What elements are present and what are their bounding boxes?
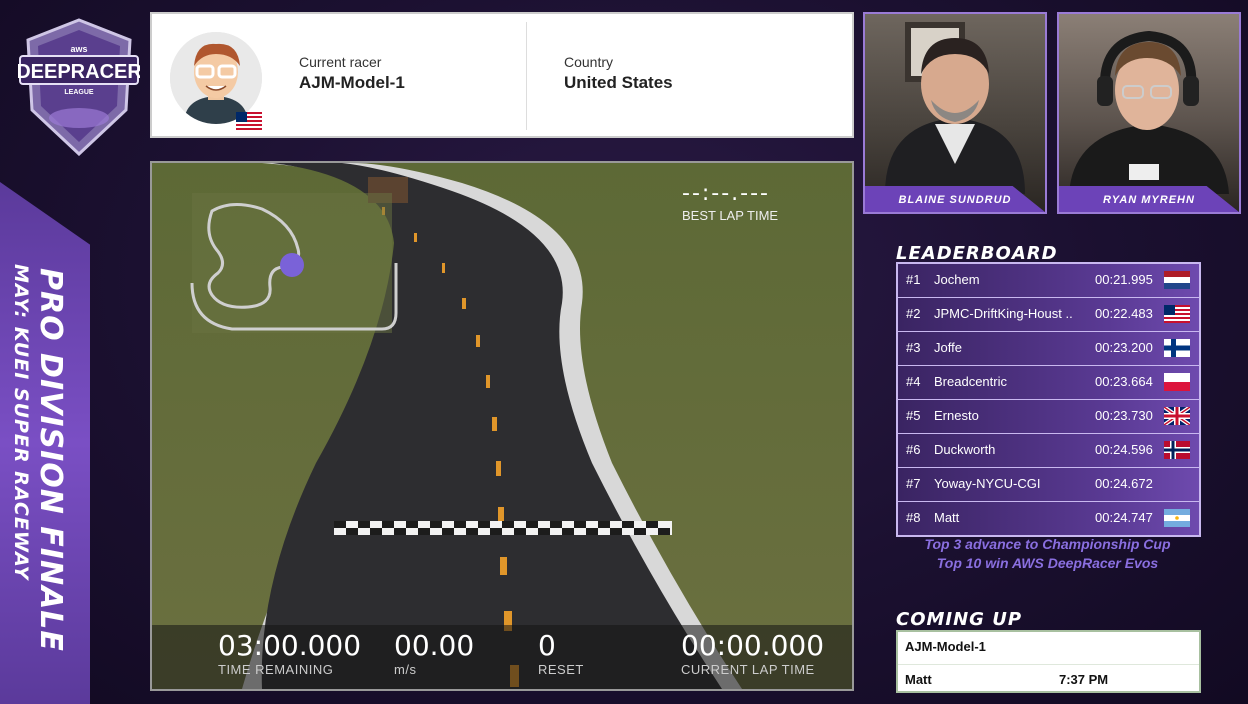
leaderboard-row: #5 Ernesto 00:23.730 <box>898 400 1199 434</box>
racer-name: Jochem <box>934 272 980 287</box>
leaderboard-row: #6 Duckworth 00:24.596 <box>898 434 1199 468</box>
leaderboard-row: #7 Yoway-NYCU-CGI 00:24.672 <box>898 468 1199 502</box>
host-webcam-2: RYAN MYREHN <box>1057 12 1241 214</box>
track-scene <box>152 163 852 689</box>
finland-flag-icon <box>1164 339 1190 357</box>
norway-flag-icon <box>1164 441 1190 459</box>
best-lap-display: --:--.--- BEST LAP TIME <box>682 181 778 223</box>
coming-up-title: COMING UP <box>896 609 1023 630</box>
argentina-flag-icon <box>1164 509 1190 527</box>
event-subtitle: MAY: KUEI SUPER RACEWAY <box>10 264 32 581</box>
lap-time: 00:21.995 <box>1095 272 1153 287</box>
country-label: Country <box>564 54 614 70</box>
racer-name: Yoway-NYCU-CGI <box>934 476 1041 491</box>
current-lap: 00:00.000 CURRENT LAP TIME <box>681 629 824 677</box>
card-divider <box>526 22 527 130</box>
us-flag-icon <box>1164 305 1190 323</box>
coming-up-racer-1: AJM-Model-1 <box>905 639 986 654</box>
promo-line-1: Top 3 advance to Championship Cup <box>924 536 1171 552</box>
lap-time: 00:22.483 <box>1095 306 1153 321</box>
race-simulation-view: --:--.--- BEST LAP TIME 03:00.000 TIME R… <box>150 161 854 691</box>
racer-name: Ernesto <box>934 408 979 423</box>
current-lap-value: 00:00.000 <box>681 629 825 662</box>
current-racer-name: AJM-Model-1 <box>299 73 405 92</box>
speed-value: 00.00 <box>394 629 475 662</box>
netherlands-flag-icon <box>1164 271 1190 289</box>
lap-time: 00:23.200 <box>1095 340 1153 355</box>
rank: #3 <box>906 340 921 355</box>
leaderboard-row: #1 Jochem 00:21.995 <box>898 264 1199 298</box>
lap-time: 00:23.730 <box>1095 408 1153 423</box>
promo-line-2: Top 10 win AWS DeepRacer Evos <box>936 555 1159 571</box>
rank: #2 <box>906 306 921 321</box>
svg-text:aws: aws <box>70 44 87 54</box>
us-flag-icon <box>236 112 262 130</box>
leaderboard-row: #8 Matt 00:24.747 <box>898 502 1199 535</box>
rank: #8 <box>906 510 921 525</box>
uk-flag-icon <box>1164 407 1190 425</box>
rank: #6 <box>906 442 921 457</box>
current-racer-card: Current racer AJM-Model-1 Country United… <box>150 12 854 138</box>
racer-name: Joffe <box>934 340 962 355</box>
coming-up-divider <box>898 664 1199 665</box>
host-webcam-1: BLAINE SUNDRUD <box>863 12 1047 214</box>
leaderboard: #1 Jochem 00:21.995 #2 JPMC-DriftKing-Ho… <box>896 262 1201 537</box>
speed-label: m/s <box>394 662 417 677</box>
track-minimap <box>190 193 398 333</box>
coming-up-time-2: 7:37 PM <box>1059 672 1109 687</box>
speed: 00.00 m/s <box>394 629 474 677</box>
svg-text:DEEPRACER: DEEPRACER <box>18 61 140 83</box>
current-lap-label: CURRENT LAP TIME <box>681 662 815 677</box>
time-remaining-label: TIME REMAINING <box>218 662 334 677</box>
best-lap-value: --:--.--- <box>682 181 770 206</box>
lap-time: 00:23.664 <box>1095 374 1153 389</box>
racer-name: Matt <box>934 510 960 525</box>
promo-text: Top 3 advance to Championship Cup Top 10… <box>880 535 1215 573</box>
time-remaining-value: 03:00.000 <box>218 629 362 662</box>
resets-value: 0 <box>538 629 556 662</box>
time-remaining: 03:00.000 TIME REMAINING <box>218 629 361 677</box>
event-title: PRO DIVISION FINALE <box>33 268 68 652</box>
lap-time: 00:24.747 <box>1095 510 1153 525</box>
resets: 0 RESET <box>538 629 584 677</box>
lap-time: 00:24.672 <box>1095 476 1153 491</box>
side-banner-text: PRO DIVISION FINALE MAY: KUEI SUPER RACE… <box>0 210 90 690</box>
best-lap-label: BEST LAP TIME <box>682 208 779 223</box>
racer-name: Duckworth <box>934 442 996 457</box>
coming-up-list: AJM-Model-1 Matt 7:37 PM <box>896 630 1201 693</box>
country-name: United States <box>564 73 673 92</box>
racer-avatar <box>170 32 262 124</box>
svg-text:LEAGUE: LEAGUE <box>64 89 94 96</box>
leaderboard-row: #3 Joffe 00:23.200 <box>898 332 1199 366</box>
lap-time: 00:24.596 <box>1095 442 1153 457</box>
poland-flag-icon <box>1164 373 1190 391</box>
rank: #5 <box>906 408 921 423</box>
coming-up-racer-2: Matt <box>905 672 932 687</box>
rank: #4 <box>906 374 921 389</box>
leaderboard-row: #2 JPMC-DriftKing-Houst .. 00:22.483 <box>898 298 1199 332</box>
leaderboard-row: #4 Breadcentric 00:23.664 <box>898 366 1199 400</box>
race-hud-bar: 03:00.000 TIME REMAINING 00.00 m/s 0 RES… <box>152 625 852 689</box>
resets-label: RESET <box>538 662 584 677</box>
rank: #1 <box>906 272 921 287</box>
leaderboard-title: LEADERBOARD <box>896 243 1058 264</box>
rank: #7 <box>906 476 921 491</box>
current-racer-label: Current racer <box>299 54 382 70</box>
deepracer-league-logo: aws DEEPRACER LEAGUE <box>16 18 142 157</box>
racer-name: Breadcentric <box>934 374 1007 389</box>
racer-name: JPMC-DriftKing-Houst .. <box>934 306 1073 321</box>
